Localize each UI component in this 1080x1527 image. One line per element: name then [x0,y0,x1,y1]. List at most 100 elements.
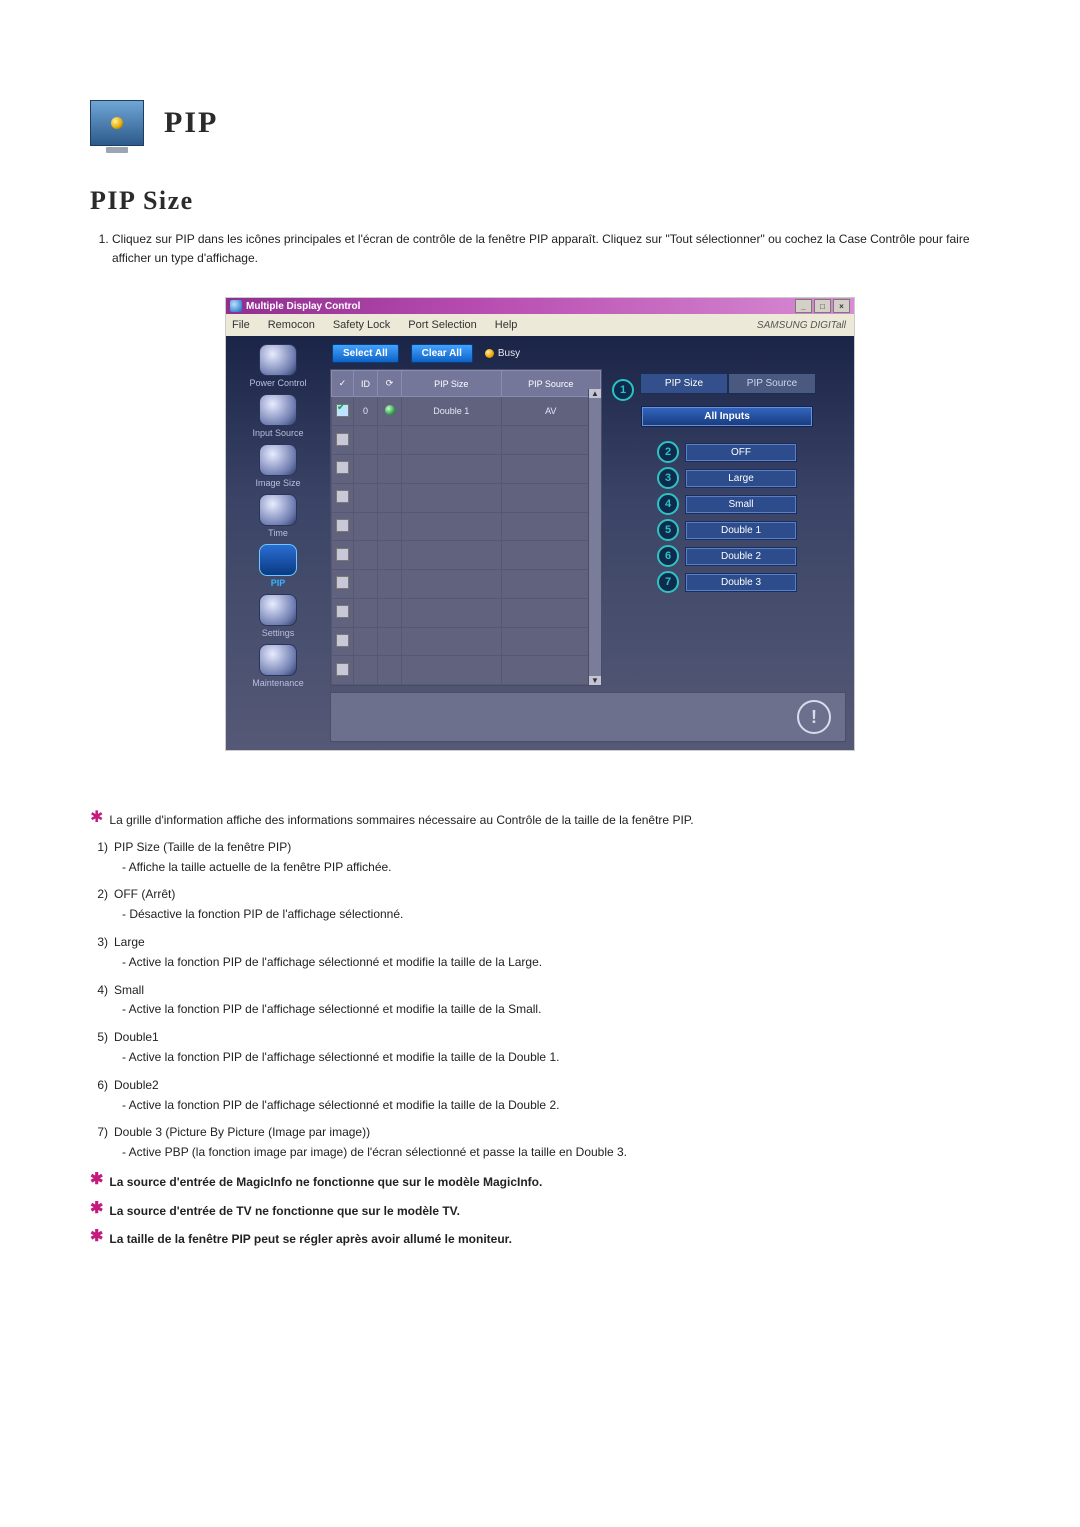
table-row[interactable] [332,598,601,627]
star-icon: ✱ [90,811,103,825]
callout-1: 1 [612,379,634,401]
row-checkbox[interactable] [336,663,349,676]
item-7-title: Double 3 (Picture By Picture (Image par … [114,1123,370,1143]
item-3-sub: - Active la fonction PIP de l'affichage … [122,953,990,973]
table-row[interactable] [332,656,601,685]
table-row[interactable] [332,627,601,656]
table-row[interactable] [332,541,601,570]
callout-3: 3 [657,467,679,489]
row-checkbox[interactable] [336,490,349,503]
callout-5: 5 [657,519,679,541]
item-6-sub: - Active la fonction PIP de l'affichage … [122,1096,990,1116]
pip-section-icon [90,100,144,146]
note-tv: La source d'entrée de TV ne fonctionne q… [109,1202,460,1221]
option-small[interactable]: Small [685,495,797,514]
star-icon: ✱ [90,1202,103,1221]
status-bar: ! [330,692,846,742]
row-size: Double 1 [402,397,502,426]
callout-4: 4 [657,493,679,515]
sidebar-item-input-source[interactable]: Input Source [238,394,318,438]
sidebar-item-settings[interactable]: Settings [238,594,318,638]
sidebar-item-pip[interactable]: PIP [238,544,318,588]
app-icon [230,300,242,312]
sidebar-item-power-control[interactable]: Power Control [238,344,318,388]
menu-help[interactable]: Help [495,319,518,331]
sidebar-item-image-size[interactable]: Image Size [238,444,318,488]
row-checkbox[interactable] [336,548,349,561]
callout-7: 7 [657,571,679,593]
row-checkbox[interactable] [336,433,349,446]
star-icon: ✱ [90,1230,103,1249]
pip-size-panel: 1 PIP Size PIP Source All Inputs 2OFF 3L… [608,369,846,686]
option-double1[interactable]: Double 1 [685,521,797,540]
minimize-button[interactable]: _ [795,299,812,313]
row-source: AV [501,397,601,426]
col-pip-size[interactable]: PIP Size [402,371,502,397]
row-checkbox[interactable] [336,519,349,532]
col-check-icon[interactable]: ✓ [332,371,354,397]
option-large[interactable]: Large [685,469,797,488]
option-double2[interactable]: Double 2 [685,547,797,566]
item-3-title: Large [114,933,145,953]
busy-icon [485,349,494,358]
item-5-title: Double1 [114,1028,159,1048]
table-row[interactable] [332,512,601,541]
sidebar-item-maintenance[interactable]: Maintenance [238,644,318,688]
row-checkbox[interactable] [336,576,349,589]
star-icon: ✱ [90,1173,103,1192]
maximize-button[interactable]: □ [814,299,831,313]
page-title: PIP Size [90,186,990,216]
note-magicinfo: La source d'entrée de MagicInfo ne fonct… [109,1173,542,1192]
info-icon: ! [797,700,831,734]
grid-scrollbar[interactable] [588,389,601,685]
table-row[interactable] [332,570,601,599]
item-5-sub: - Active la fonction PIP de l'affichage … [122,1048,990,1068]
option-off[interactable]: OFF [685,443,797,462]
menu-port-selection[interactable]: Port Selection [408,319,476,331]
item-6-title: Double2 [114,1076,159,1096]
brand-label: SAMSUNG DIGITall [757,320,846,331]
row-id: 0 [354,397,378,426]
item-1-title: PIP Size (Taille de la fenêtre PIP) [114,838,291,858]
menu-safety-lock[interactable]: Safety Lock [333,319,390,331]
row-checkbox[interactable] [336,461,349,474]
note-size: La taille de la fenêtre PIP peut se régl… [109,1230,512,1249]
grid-note: La grille d'information affiche des info… [109,811,693,830]
window-titlebar: Multiple Display Control _ □ × [226,298,854,314]
display-grid: ✓ ID ⟳ PIP Size PIP Source 0 Double 1 [330,369,602,686]
row-checkbox[interactable] [336,404,349,417]
menu-bar: File Remocon Safety Lock Port Selection … [226,314,854,337]
menu-file[interactable]: File [232,319,250,331]
item-7-sub: - Active PBP (la fonction image par imag… [122,1143,990,1163]
tab-pip-source[interactable]: PIP Source [728,373,816,394]
table-row[interactable] [332,426,601,455]
option-double3[interactable]: Double 3 [685,573,797,592]
clear-all-button[interactable]: Clear All [411,344,473,363]
table-row[interactable] [332,483,601,512]
col-status-icon[interactable]: ⟳ [378,371,402,397]
table-row[interactable] [332,454,601,483]
item-4-title: Small [114,981,144,1001]
item-1-sub: - Affiche la taille actuelle de la fenêt… [122,858,990,878]
item-2-title: OFF (Arrêt) [114,885,175,905]
table-row[interactable]: 0 Double 1 AV [332,397,601,426]
row-checkbox[interactable] [336,605,349,618]
col-id[interactable]: ID [354,371,378,397]
select-all-button[interactable]: Select All [332,344,399,363]
status-ok-icon [385,405,395,415]
sidebar-item-time[interactable]: Time [238,494,318,538]
section-title: PIP [164,106,218,140]
sidebar: Power Control Input Source Image Size Ti… [226,336,330,750]
app-screenshot: Multiple Display Control _ □ × File Remo… [225,297,855,751]
tab-pip-size[interactable]: PIP Size [640,373,728,394]
callout-6: 6 [657,545,679,567]
close-button[interactable]: × [833,299,850,313]
busy-indicator: Busy [485,348,520,359]
intro-step-1: Cliquez sur PIP dans les icônes principa… [112,230,990,267]
group-all-inputs: All Inputs [641,406,813,427]
item-4-sub: - Active la fonction PIP de l'affichage … [122,1000,990,1020]
row-checkbox[interactable] [336,634,349,647]
col-pip-source[interactable]: PIP Source [501,371,601,397]
window-title: Multiple Display Control [246,301,793,312]
menu-remocon[interactable]: Remocon [268,319,315,331]
